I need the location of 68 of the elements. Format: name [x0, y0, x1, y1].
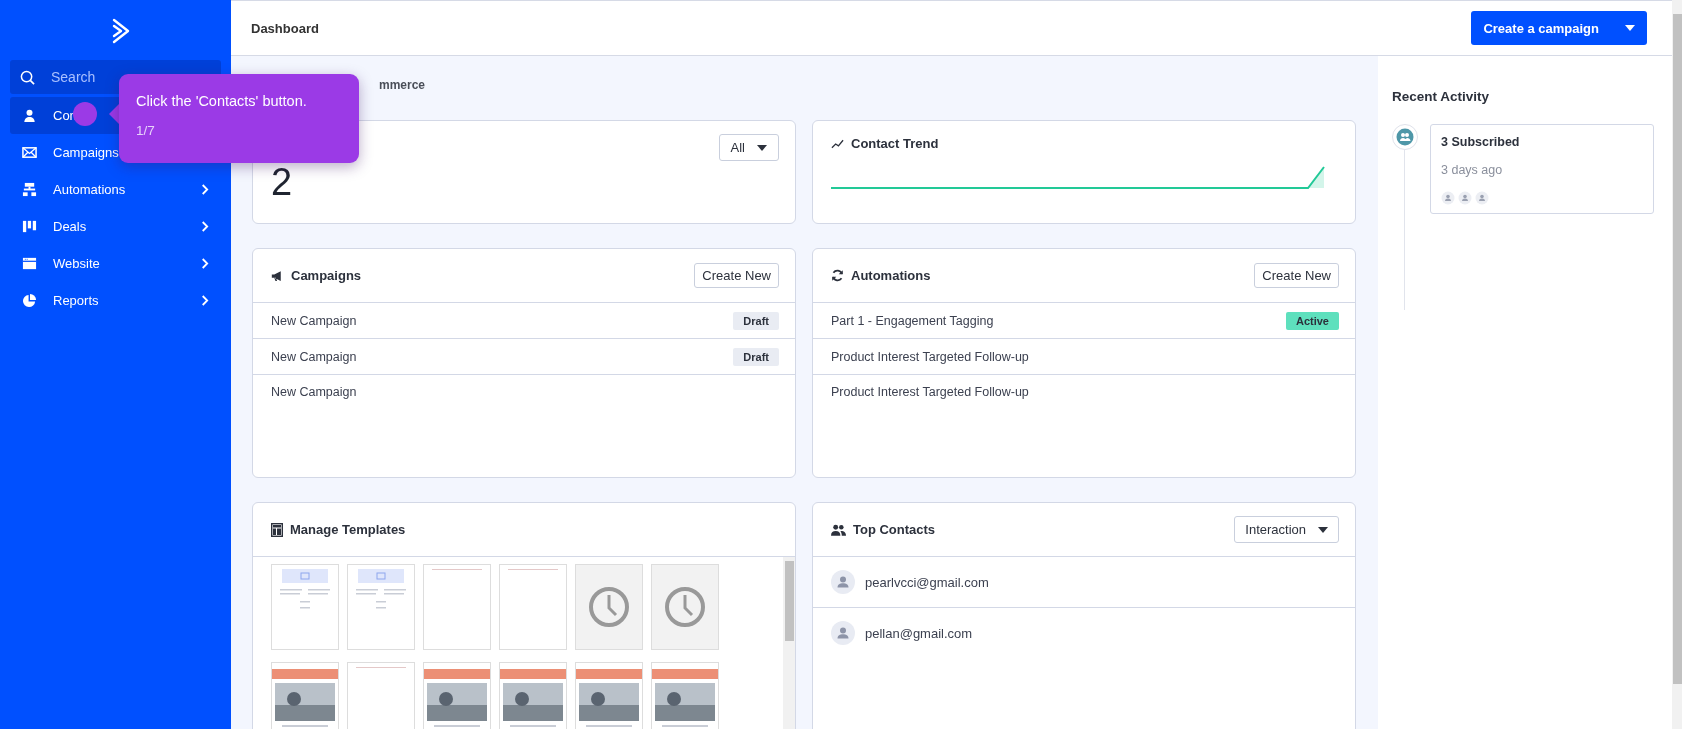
template-thumbnail[interactable] — [575, 662, 643, 729]
page-title: Dashboard — [251, 20, 319, 36]
list-item-name[interactable]: Product Interest Targeted Follow-up — [831, 385, 1029, 399]
activity-card[interactable]: 3 Subscribed 3 days ago — [1430, 124, 1654, 214]
template-thumbnail[interactable] — [651, 662, 719, 729]
template-thumbnail[interactable] — [651, 564, 719, 650]
columns-icon — [22, 219, 37, 234]
avatar-icon — [831, 570, 855, 594]
caret-icon — [757, 144, 767, 151]
envelope-icon — [22, 145, 37, 160]
pie-chart-icon — [22, 293, 37, 308]
template-thumbnail[interactable] — [347, 564, 415, 650]
people-icon — [831, 523, 846, 536]
sort-dropdown[interactable]: Interaction — [1234, 516, 1339, 543]
activity-title: 3 Subscribed — [1441, 135, 1521, 149]
section-label: mmerce — [379, 77, 427, 94]
list-item-name[interactable]: Product Interest Targeted Follow-up — [831, 349, 1029, 364]
sidebar-item[interactable]: Reports — [10, 282, 221, 319]
card-title: Campaigns — [291, 268, 363, 283]
template-thumbnail[interactable] — [423, 662, 491, 729]
card-title: Top Contacts — [853, 522, 937, 537]
refresh-icon — [831, 269, 844, 282]
panel-title: Recent Activity — [1392, 89, 1491, 104]
create-new-button[interactable]: Create New — [1254, 263, 1339, 288]
card-title: Contact Trend — [851, 136, 939, 151]
contact-email[interactable]: pearlvcci@gmail.com — [865, 574, 989, 590]
card-title: Automations — [851, 268, 932, 283]
template-thumbnail[interactable] — [271, 662, 339, 729]
browser-window-icon — [22, 256, 37, 271]
card-title: Manage Templates — [290, 522, 407, 537]
flowchart-icon — [22, 182, 37, 197]
template-thumbnail[interactable] — [423, 564, 491, 650]
clock-icon — [589, 587, 629, 627]
create-new-button[interactable]: Create New — [694, 263, 779, 288]
template-thumbnail[interactable] — [499, 662, 567, 729]
list-item-name[interactable]: New Campaign — [271, 385, 357, 399]
template-icon — [271, 522, 283, 537]
avatars-icon — [1441, 191, 1489, 205]
create-campaign-button[interactable]: Create a campaign — [1471, 11, 1647, 45]
status-badge: Draft — [733, 311, 779, 330]
sidebar-item[interactable]: Deals — [10, 208, 221, 245]
caret-icon — [1625, 25, 1635, 31]
person-icon — [22, 108, 37, 123]
avatar-icon — [831, 621, 855, 645]
megaphone-icon — [271, 269, 284, 282]
search-input[interactable]: Search — [49, 68, 193, 86]
status-badge: Draft — [733, 347, 779, 366]
template-thumbnail[interactable] — [575, 564, 643, 650]
contact-email[interactable]: pellan@gmail.com — [865, 625, 973, 641]
template-thumbnail[interactable] — [347, 662, 415, 729]
page-scrollbar[interactable] — [1672, 0, 1682, 729]
scrollbar[interactable] — [783, 557, 795, 729]
clock-icon — [665, 587, 705, 627]
sidebar-item[interactable]: Automations — [10, 171, 221, 208]
status-badge: Active — [1285, 311, 1339, 330]
filter-dropdown[interactable]: All — [718, 134, 779, 161]
activity-time: 3 days ago — [1441, 163, 1504, 177]
list-item-name[interactable]: New Campaign — [271, 349, 357, 364]
trend-line-icon — [831, 138, 844, 149]
list-item-name[interactable]: New Campaign — [271, 313, 357, 328]
template-thumbnail[interactable] — [499, 564, 567, 650]
caret-icon — [1318, 526, 1328, 533]
list-item-name[interactable]: Part 1 - Engagement Tagging — [831, 313, 994, 328]
search-icon — [20, 69, 35, 85]
sidebar-item[interactable]: Website — [10, 245, 221, 282]
template-thumbnail[interactable] — [271, 564, 339, 650]
logo-icon — [110, 18, 131, 44]
contact-count: 2 — [271, 161, 293, 204]
